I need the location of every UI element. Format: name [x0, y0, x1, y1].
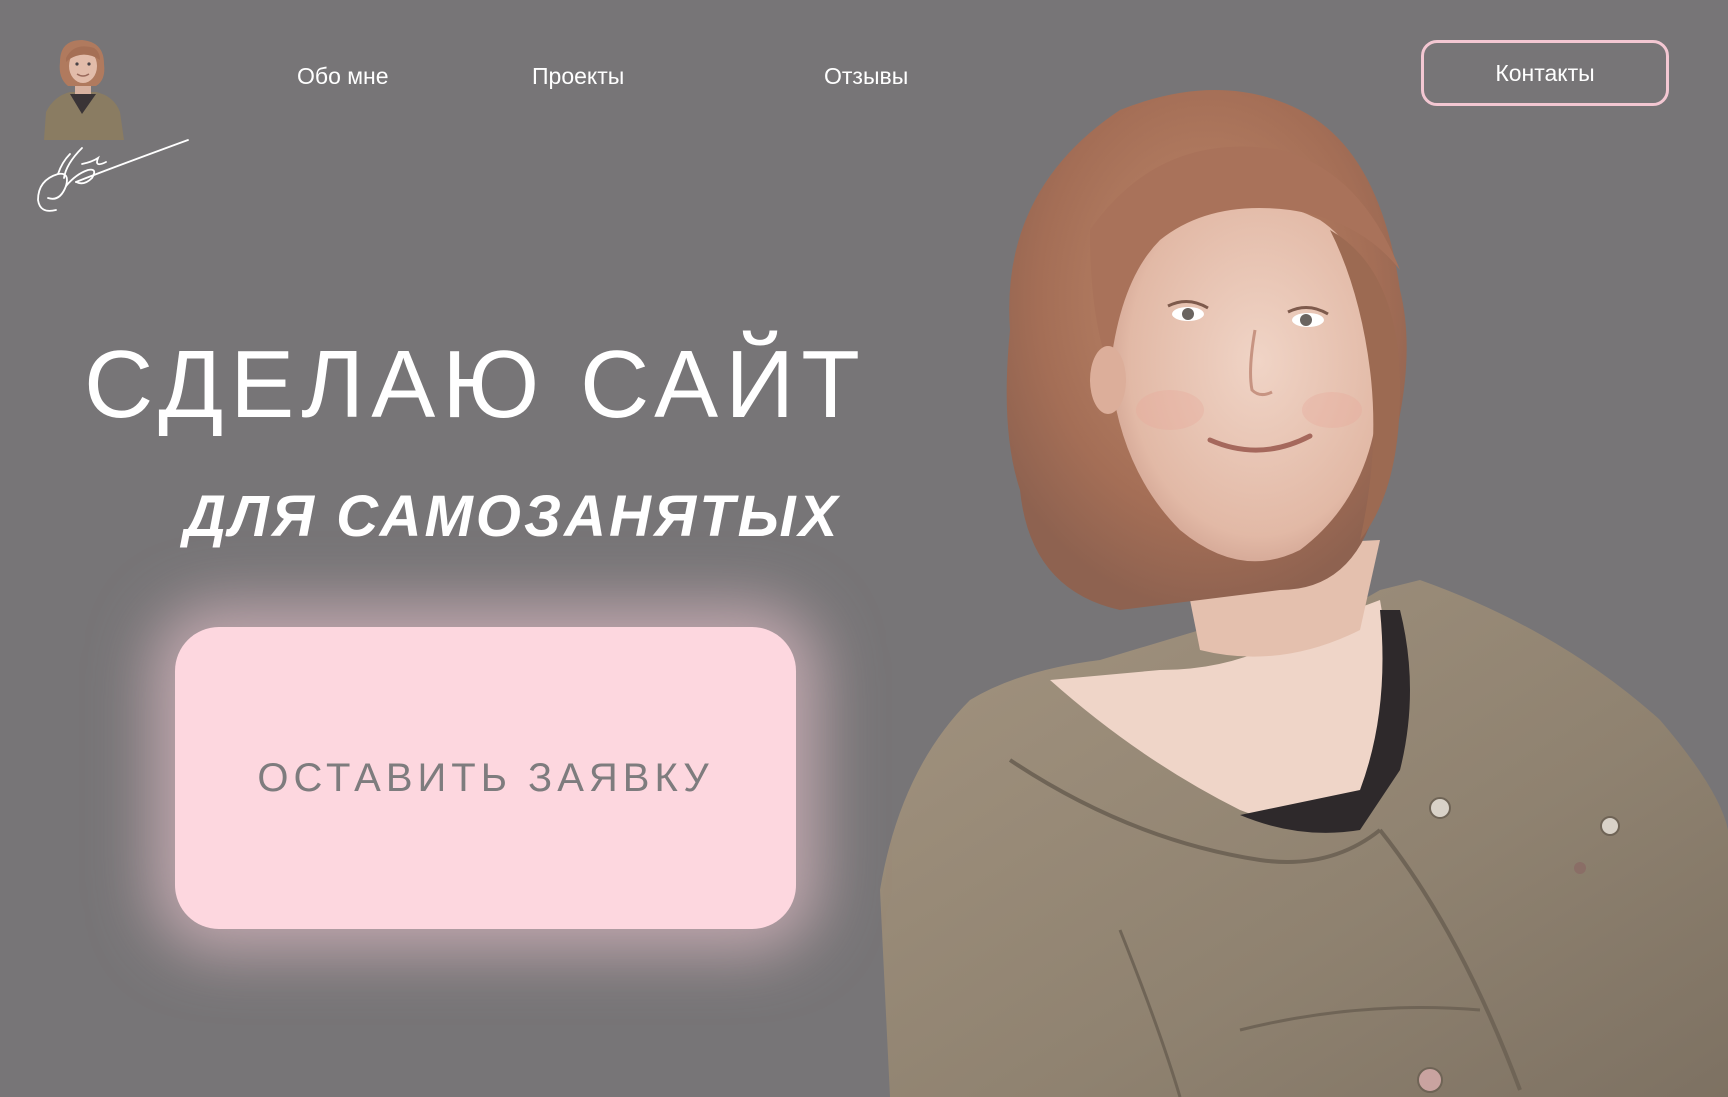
logo[interactable] [36, 34, 196, 220]
portrait-photo [880, 90, 1728, 1097]
submit-request-button[interactable]: ОСТАВИТЬ ЗАЯВКУ [175, 627, 796, 929]
nav-link-projects[interactable]: Проекты [532, 62, 624, 90]
landing-page: Обо мне Проекты Отзывы Контакты СДЕЛАЮ С… [0, 0, 1728, 1097]
submit-request-label: ОСТАВИТЬ ЗАЯВКУ [257, 755, 714, 800]
logo-avatar [40, 34, 126, 140]
nav-link-about[interactable]: Обо мне [297, 62, 389, 90]
signature-icon [37, 139, 189, 212]
hero-title: СДЕЛАЮ САЙТ [84, 331, 867, 438]
hero-subtitle: ДЛЯ САМОЗАНЯТЫХ [184, 484, 841, 549]
